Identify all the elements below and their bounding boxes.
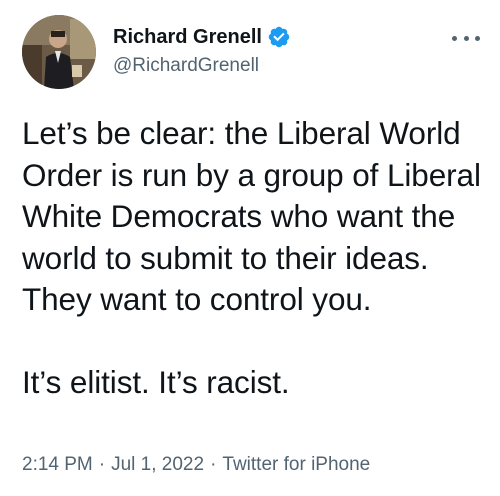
tweet-paragraph: Let’s be clear: the Liberal World Order … bbox=[22, 115, 481, 317]
verified-badge-icon bbox=[267, 25, 291, 49]
meta-separator: · bbox=[210, 454, 217, 475]
tweet-paragraph: It’s elitist. It’s racist. bbox=[22, 364, 290, 400]
tweet-time[interactable]: 2:14 PM bbox=[22, 454, 93, 475]
meta-separator: · bbox=[98, 454, 106, 475]
name-row: Richard Grenell bbox=[113, 24, 291, 50]
more-horizontal-icon bbox=[475, 35, 480, 41]
more-options-button[interactable] bbox=[452, 30, 480, 46]
tweet-metadata: 2:14 PM · Jul 1, 2022 · Twitter for iPhone bbox=[22, 454, 370, 476]
tweet-card: Richard Grenell @RichardGrenell Let’s be… bbox=[0, 0, 500, 496]
more-horizontal-icon bbox=[463, 35, 469, 41]
tweet-source[interactable]: Twitter for iPhone bbox=[222, 454, 370, 475]
tweet-date[interactable]: Jul 1, 2022 bbox=[111, 454, 204, 475]
avatar-image bbox=[22, 15, 96, 89]
author-header: Richard Grenell @RichardGrenell bbox=[113, 24, 291, 77]
display-name[interactable]: Richard Grenell bbox=[113, 26, 262, 49]
more-horizontal-icon bbox=[452, 35, 457, 41]
user-handle[interactable]: @RichardGrenell bbox=[113, 55, 291, 77]
tweet-text: Let’s be clear: the Liberal World Order … bbox=[22, 113, 492, 404]
avatar[interactable] bbox=[22, 15, 96, 89]
